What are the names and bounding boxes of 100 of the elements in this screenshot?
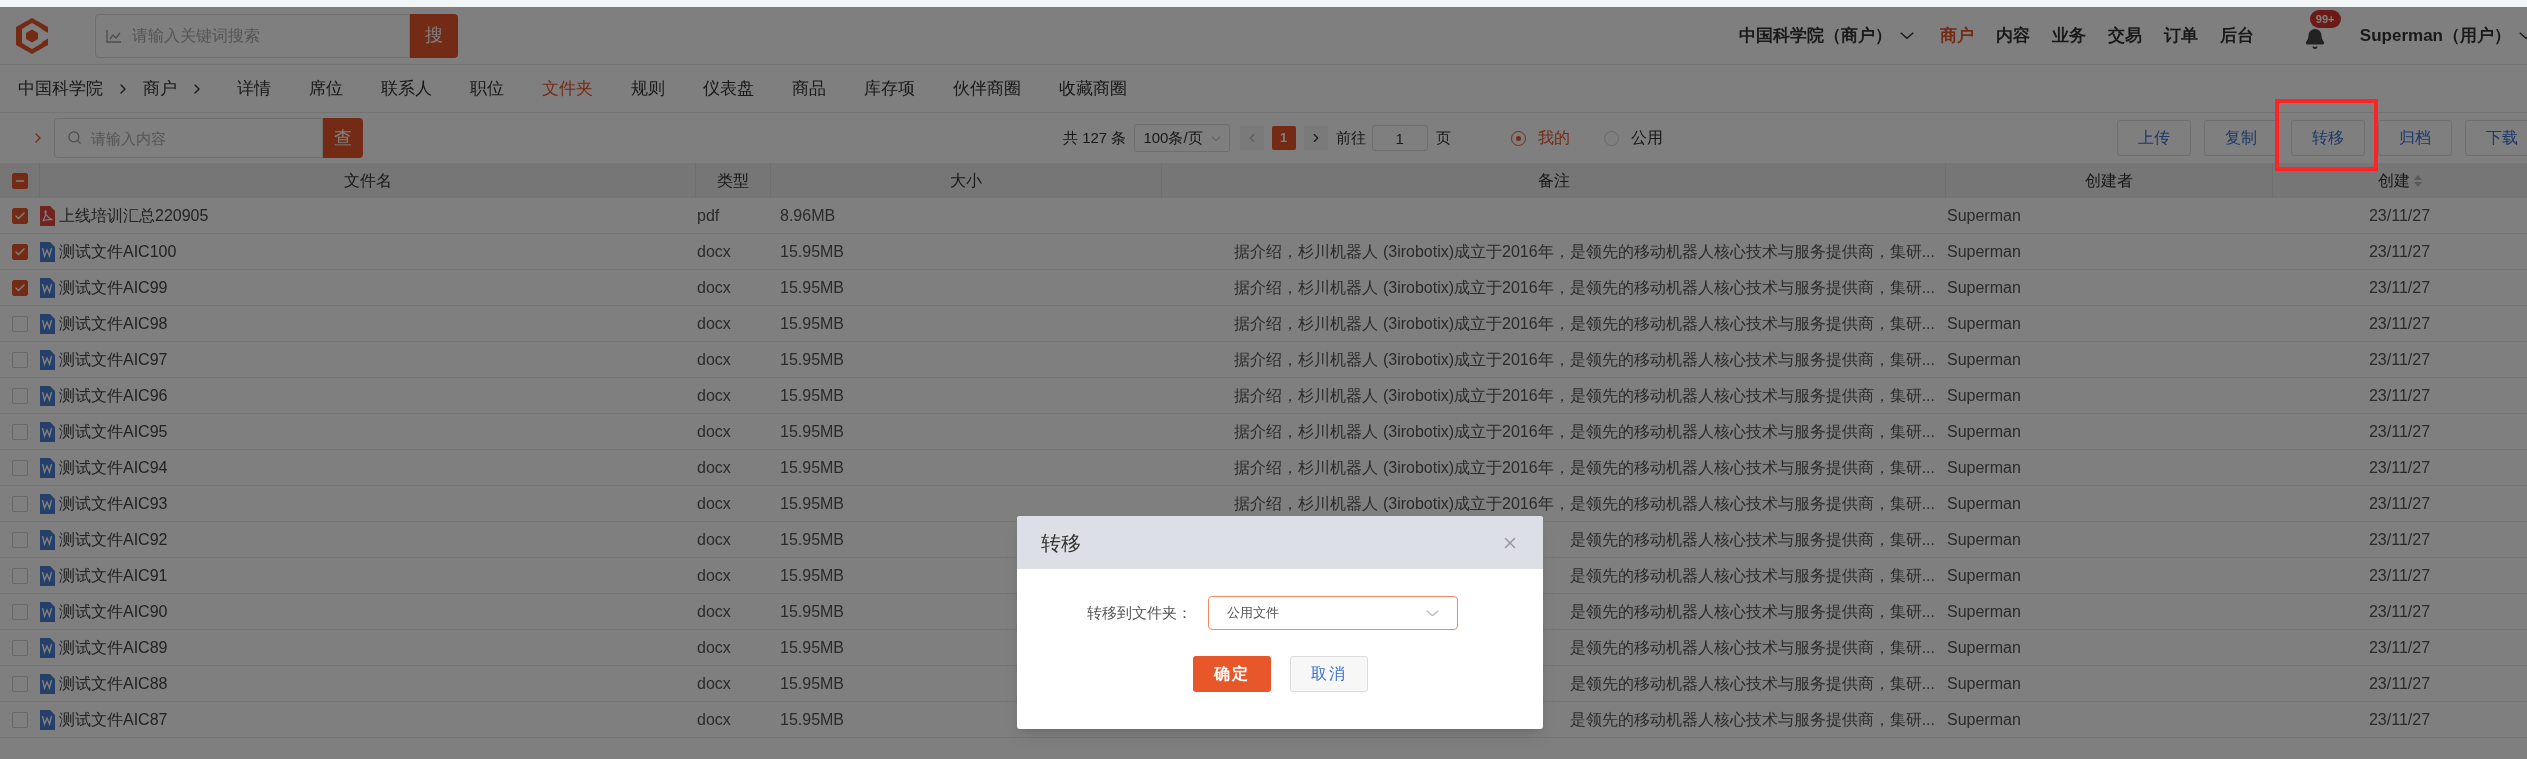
table-cell-text: docx [696, 457, 731, 478]
page-button[interactable]: 1 [1271, 126, 1296, 150]
tab[interactable]: 伙伴商圈 [953, 75, 1021, 102]
table-cell-text: Superman [1946, 673, 2021, 694]
menu-item[interactable]: 订单 [2163, 22, 2198, 49]
action-button[interactable]: 下载 [2465, 120, 2527, 156]
tab[interactable]: 职位 [470, 75, 504, 102]
table-cell-text: docx [696, 637, 731, 658]
table-cell-text: Superman [1946, 241, 2021, 262]
file-name[interactable]: 测试文件AIC93 [59, 491, 168, 516]
table-cell-text: Superman [1946, 349, 2021, 370]
tab[interactable]: 联系人 [381, 75, 432, 102]
folder-select[interactable]: 公用文件 [1208, 596, 1458, 630]
table-cell-text: docx [696, 241, 731, 262]
table-cell-text: 据介绍，杉川机器人 (3irobotix)成立于2016年，是领先的移动机器人核心技术与服务提供商，集研... [1234, 241, 1935, 262]
file-name[interactable]: 测试文件AIC99 [59, 275, 168, 300]
table-cell-text: 15.95MB [780, 637, 845, 658]
tab[interactable]: 详情 [237, 75, 271, 102]
table-cell-text: 15.95MB [780, 601, 845, 622]
table-cell-text: 23/11/27 [2368, 493, 2431, 514]
scope-radio[interactable]: 公用 [1603, 126, 1663, 150]
file-name[interactable]: 上线培训汇总220905 [59, 203, 209, 228]
column-header[interactable]: 大小 [950, 168, 982, 193]
cancel-button[interactable]: 取消 [1289, 656, 1368, 692]
column-header[interactable]: 文件名 [343, 168, 392, 193]
menu-item[interactable]: 交易 [2107, 22, 2142, 49]
table-cell-text: pdf [696, 205, 720, 226]
table-cell-text: docx [696, 349, 731, 370]
table-cell-text: 23/11/27 [2368, 421, 2431, 442]
table-cell-text: 15.95MB [780, 493, 845, 514]
table-cell-text: Superman [1946, 313, 2021, 334]
table-cell-text: 是领先的移动机器人核心技术与服务提供商，集研... [1569, 529, 1935, 550]
total-count: 共 127 条 [1063, 127, 1127, 148]
table-cell-text: Superman [1946, 421, 2021, 442]
file-name[interactable]: 测试文件AIC94 [59, 455, 168, 480]
table-cell-text: 23/11/27 [2368, 205, 2431, 226]
tab[interactable]: 商品 [792, 75, 826, 102]
notification-badge: 99+ [2309, 9, 2341, 28]
breadcrumb-link[interactable]: 商户 [143, 75, 177, 102]
action-button[interactable]: 复制 [2204, 120, 2278, 156]
table-cell-text: Superman [1946, 493, 2021, 514]
table-cell-text: docx [696, 493, 731, 514]
table-cell-text: 15.95MB [780, 565, 845, 586]
file-name[interactable]: 测试文件AIC96 [59, 383, 168, 408]
file-name[interactable]: 测试文件AIC87 [59, 707, 168, 732]
action-button[interactable]: 归档 [2378, 120, 2452, 156]
page-input[interactable]: 1 [1371, 125, 1428, 151]
table-cell-text: docx [696, 421, 731, 442]
table-cell-text: docx [696, 313, 731, 334]
table-cell-text: Superman [1946, 529, 2021, 550]
action-button[interactable]: 转移 [2291, 120, 2365, 156]
file-name[interactable]: 测试文件AIC89 [59, 635, 168, 660]
user-menu[interactable]: Superman（用户） [2359, 22, 2527, 49]
table-cell-text: 23/11/27 [2368, 529, 2431, 550]
search-button[interactable]: 搜 [410, 13, 458, 58]
file-name[interactable]: 测试文件AIC91 [59, 563, 168, 588]
tab[interactable]: 席位 [309, 75, 343, 102]
table-cell-text: 据介绍，杉川机器人 (3irobotix)成立于2016年，是领先的移动机器人核心技术与服务提供商，集研... [1234, 457, 1935, 478]
table-cell-text: Superman [1946, 709, 2021, 730]
table-cell-text: 8.96MB [780, 205, 836, 226]
table-cell-text: 据介绍，杉川机器人 (3irobotix)成立于2016年，是领先的移动机器人核心技术与服务提供商，集研... [1234, 313, 1935, 334]
file-name[interactable]: 测试文件AIC88 [59, 671, 168, 696]
table-cell-text: docx [696, 529, 731, 550]
menu-item[interactable]: 商户 [1939, 22, 1974, 49]
table-cell-text: 是领先的移动机器人核心技术与服务提供商，集研... [1569, 637, 1935, 658]
file-name[interactable]: 测试文件AIC97 [59, 347, 168, 372]
table-cell-text: 15.95MB [780, 673, 845, 694]
file-name[interactable]: 测试文件AIC92 [59, 527, 168, 552]
file-name[interactable]: 测试文件AIC98 [59, 311, 168, 336]
query-button[interactable]: 查 [323, 118, 363, 158]
tab[interactable]: 规则 [631, 75, 665, 102]
file-name[interactable]: 测试文件AIC90 [59, 599, 168, 624]
table-cell-text: Superman [1946, 601, 2021, 622]
file-name[interactable]: 测试文件AIC95 [59, 419, 168, 444]
menu-item[interactable]: 内容 [1995, 22, 2030, 49]
table-cell-text: 23/11/27 [2368, 601, 2431, 622]
scope-radio[interactable]: 我的 [1510, 126, 1570, 150]
table-cell-text: docx [696, 385, 731, 406]
tab[interactable]: 库存项 [864, 75, 915, 102]
column-header[interactable]: 类型 [717, 168, 749, 193]
table-cell-text: 23/11/27 [2368, 313, 2431, 334]
menu-item[interactable]: 业务 [2051, 22, 2086, 49]
menu-item[interactable]: 后台 [2219, 22, 2254, 49]
org-switcher[interactable]: 中国科学院（商户） [1738, 22, 1914, 49]
column-header[interactable]: 创建 [2378, 168, 2410, 193]
tab[interactable]: 文件夹 [542, 75, 593, 102]
table-cell-text: 23/11/27 [2368, 637, 2431, 658]
table-cell-text: 23/11/27 [2368, 673, 2431, 694]
action-button[interactable]: 上传 [2117, 120, 2191, 156]
breadcrumb-link[interactable]: 中国科学院 [18, 75, 103, 102]
column-header[interactable]: 备注 [1537, 168, 1570, 193]
confirm-button[interactable]: 确定 [1192, 656, 1271, 692]
goto-suffix: 页 [1435, 127, 1451, 148]
page-size-select[interactable]: 100条/页 [1134, 124, 1230, 152]
tab[interactable]: 仪表盘 [703, 75, 754, 102]
column-header[interactable]: 创建者 [2085, 168, 2133, 193]
table-cell-text: 15.95MB [780, 421, 845, 442]
tab[interactable]: 收藏商圈 [1059, 75, 1127, 102]
file-name[interactable]: 测试文件AIC100 [59, 239, 177, 264]
table-cell-text: docx [696, 565, 731, 586]
